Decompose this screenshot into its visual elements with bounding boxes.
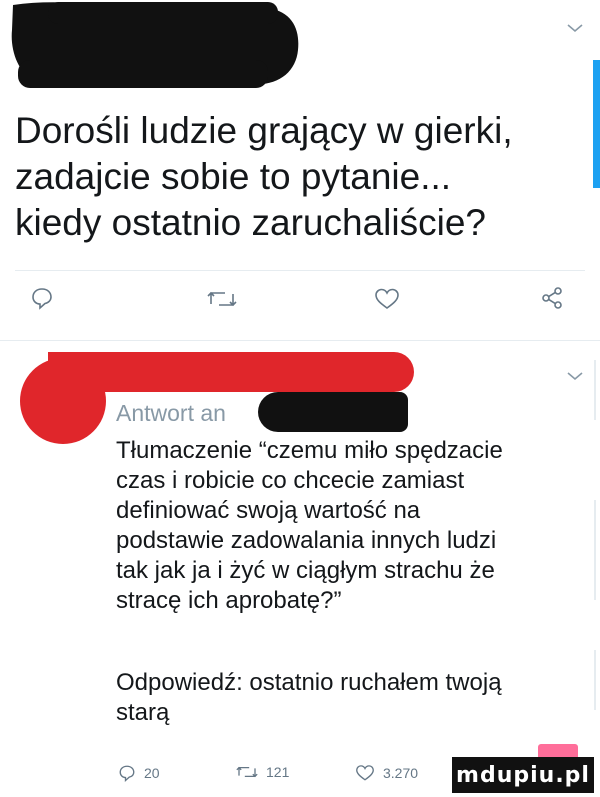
reply-text-line: Tłumaczenie “czemu miło spędzacie [116, 437, 503, 464]
reply-text-line: tak jak ja i żyć w ciągłym strachu że [116, 557, 495, 584]
retweet-count[interactable]: 121 [236, 764, 289, 780]
divider [594, 500, 596, 600]
redacted-reply-handle [258, 392, 408, 432]
reply-answer-text: Odpowiedź: ostatnio ruchałem twoją starą [116, 668, 586, 728]
tweet-text-line: zadajcie sobie to pytanie... [15, 156, 452, 197]
reply-text-line: czas i robicie co chcecie zamiast [116, 467, 465, 494]
retweet-icon [236, 766, 258, 778]
redacted-author-scribble [11, 2, 299, 88]
like-icon[interactable] [374, 287, 400, 311]
divider [594, 360, 596, 420]
reply-icon[interactable] [30, 286, 54, 310]
reply-text-line: podstawie zadowalania innych ludzi [116, 527, 497, 554]
reply-icon [119, 765, 135, 782]
retweet-count-value: 121 [266, 764, 290, 780]
reply-text-line: starą [116, 699, 170, 726]
scroll-indicator[interactable] [593, 60, 600, 188]
reply-text-line: stracę ich aprobatę?” [116, 587, 342, 614]
watermark: mdupiu.pl [452, 757, 594, 793]
reply-text: Tłumaczenie “czemu miło spędzacie czas i… [116, 436, 586, 616]
in-reply-to-label: Antwort an [116, 400, 226, 426]
divider [0, 340, 600, 341]
reply-text-line: Odpowiedź: ostatnio ruchałem twoją [116, 669, 502, 696]
retweet-icon[interactable] [207, 288, 237, 310]
chevron-down-icon[interactable] [566, 370, 584, 382]
tweet-text: Dorośli ludzie grający w gierki, zadajci… [15, 108, 575, 246]
divider [594, 650, 596, 710]
like-icon [356, 765, 374, 781]
share-icon[interactable] [540, 286, 564, 310]
reply-text-line: definiować swoją wartość na [116, 497, 421, 524]
chevron-down-icon[interactable] [566, 22, 584, 34]
reply-count[interactable]: 20 [118, 764, 160, 782]
like-count[interactable]: 3.270 [355, 764, 418, 782]
redacted-author-name [48, 352, 414, 392]
tweet-text-line: Dorośli ludzie grający w gierki, [15, 110, 513, 151]
tweet-text-line: kiedy ostatnio zaruchaliście? [15, 202, 486, 243]
divider [15, 270, 585, 271]
reply-count-value: 20 [144, 765, 160, 781]
like-count-value: 3.270 [383, 765, 419, 781]
